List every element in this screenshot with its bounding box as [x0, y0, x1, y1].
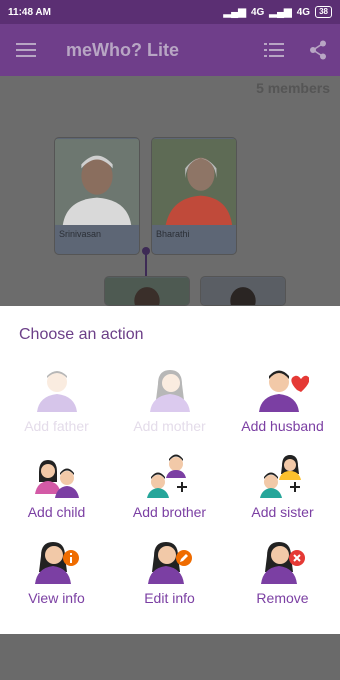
remove-button[interactable]: Remove	[226, 538, 339, 618]
add-mother-button[interactable]: Add mother	[113, 366, 226, 446]
add-child-button[interactable]: Add child	[0, 452, 113, 532]
network-label-1: 4G	[250, 6, 265, 18]
add-sister-icon	[259, 455, 301, 498]
network-label-2: 4G	[296, 6, 311, 18]
member-card-spouse[interactable]	[200, 276, 286, 306]
add-sister-button[interactable]: Add sister	[226, 452, 339, 532]
member-card-bharathi[interactable]: Bharathi	[151, 137, 237, 255]
signal-icon-1: ▂▄▆	[223, 6, 246, 18]
scrim-bottom[interactable]	[0, 634, 340, 680]
member-photo	[55, 139, 139, 225]
hamburger-menu-icon[interactable]	[0, 24, 52, 76]
add-husband-icon	[258, 370, 309, 412]
tree-node-dot	[142, 247, 150, 255]
add-husband-label: Add husband	[241, 418, 324, 434]
signal-icon-2: ▂▄▆	[269, 6, 292, 18]
edit-info-label: Edit info	[144, 590, 195, 606]
view-info-icon	[34, 542, 79, 584]
add-brother-icon	[146, 454, 187, 498]
family-tree-canvas[interactable]: 5 members Srinivasan Bharathi	[0, 76, 340, 306]
share-icon[interactable]	[296, 24, 340, 76]
app-title: meWho? Lite	[66, 39, 179, 60]
edit-info-icon	[147, 542, 192, 584]
member-photo	[152, 139, 236, 225]
remove-label: Remove	[256, 590, 309, 606]
app-bar: meWho? Lite	[0, 24, 340, 76]
add-brother-label: Add brother	[132, 504, 207, 520]
action-sheet: Choose an action Add father Add mother A…	[0, 306, 340, 634]
member-name: Srinivasan	[59, 229, 102, 239]
add-child-icon	[34, 460, 79, 498]
add-mother-label: Add mother	[133, 418, 206, 434]
add-sister-label: Add sister	[251, 504, 314, 520]
member-name: Bharathi	[156, 229, 190, 239]
member-photo	[105, 277, 189, 305]
member-card-child[interactable]	[104, 276, 190, 306]
member-count: 5 members	[256, 80, 330, 96]
sheet-title: Choose an action	[19, 326, 144, 343]
add-brother-button[interactable]: Add brother	[113, 452, 226, 532]
add-father-label: Add father	[24, 418, 89, 434]
edit-info-button[interactable]: Edit info	[113, 538, 226, 618]
member-card-srinivasan[interactable]: Srinivasan	[54, 137, 140, 255]
add-husband-button[interactable]: Add husband	[226, 366, 339, 446]
battery-icon: 38	[315, 6, 332, 18]
status-time: 11:48 AM	[8, 6, 51, 18]
list-view-icon[interactable]	[252, 24, 296, 76]
view-info-button[interactable]: View info	[0, 538, 113, 618]
remove-icon	[260, 542, 305, 584]
add-father-icon	[36, 371, 77, 412]
member-photo	[201, 277, 285, 305]
status-icons: ▂▄▆ 4G ▂▄▆ 4G 38	[223, 6, 332, 18]
add-father-button[interactable]: Add father	[0, 366, 113, 446]
add-child-label: Add child	[27, 504, 86, 520]
view-info-label: View info	[28, 590, 85, 606]
status-bar: 11:48 AM ▂▄▆ 4G ▂▄▆ 4G 38	[0, 0, 340, 24]
add-mother-icon	[149, 370, 190, 412]
